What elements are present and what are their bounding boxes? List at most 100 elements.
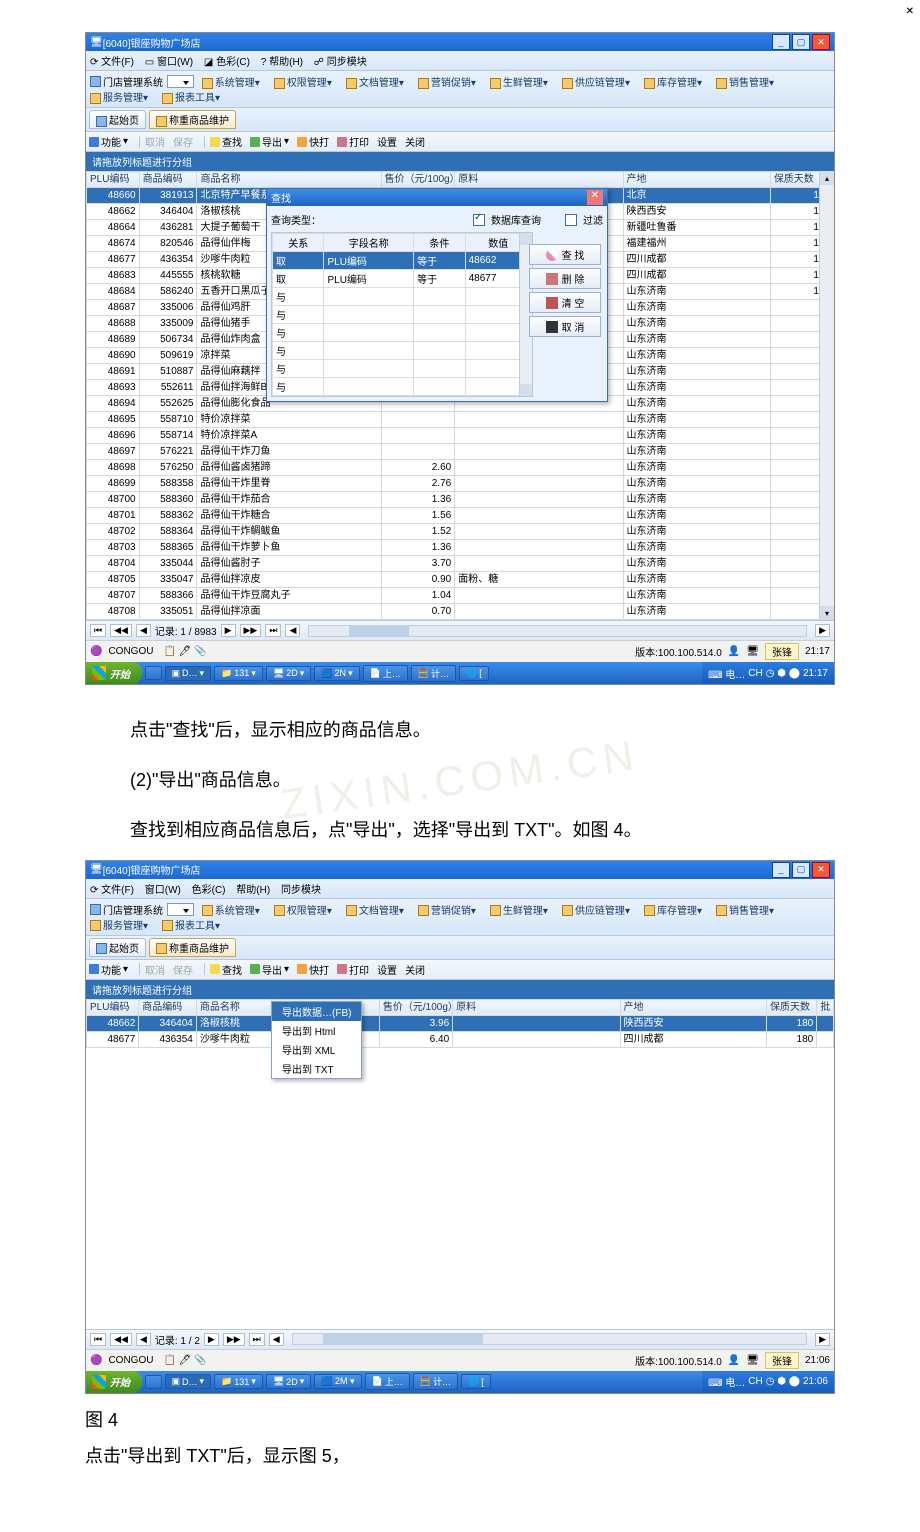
pager-nextset[interactable]: ▶▶ [240, 624, 262, 637]
taskbar-item[interactable]: 📄 上… [363, 665, 408, 682]
table-row[interactable]: 48662346404洛椒核桃3.96陕西西安180 [87, 1015, 834, 1031]
quick-launch[interactable] [145, 666, 162, 680]
table-row[interactable]: 48695558710特价凉拌菜山东济南1 [87, 412, 834, 428]
close-button[interactable]: ✕ [812, 862, 830, 878]
taskbar-item[interactable]: 🧮 计… [411, 665, 456, 682]
fresh-mgmt[interactable]: 生鲜管理▾ [490, 902, 548, 917]
doc-mgmt[interactable]: 文档管理▾ [346, 74, 404, 89]
tab-weigh-goods[interactable]: 称重商品维护 [149, 938, 236, 957]
quickprint-button[interactable]: 快打 [297, 962, 329, 977]
table-row[interactable]: 48704335044品得仙酱肘子3.70山东济南1 [87, 556, 834, 572]
taskbar-item[interactable]: ▣ D… ▾ [165, 1374, 212, 1389]
start-button[interactable]: 开始 [86, 1371, 142, 1393]
table-row[interactable]: 48705335047品得仙拌凉皮0.90面粉、糖山东济南1 [87, 572, 834, 588]
sales-mgmt[interactable]: 销售管理▾ [716, 902, 774, 917]
settings-button[interactable]: 设置 [377, 134, 397, 149]
functions-button[interactable]: 功能 ▾ [89, 962, 128, 977]
export-button[interactable]: 导出 ▾ [250, 962, 289, 977]
svc-mgmt[interactable]: 服务管理▾ [90, 917, 148, 932]
inv-mgmt[interactable]: 库存管理▾ [644, 902, 702, 917]
taskbar-item[interactable]: ▣ D… ▾ [165, 666, 212, 681]
tray-lang[interactable]: CH [748, 1376, 762, 1387]
menu-sync[interactable]: 同步模块 [327, 57, 367, 68]
pager-next[interactable]: ▶ [221, 624, 236, 637]
taskbar-item[interactable]: 🌐 [ [459, 666, 489, 681]
minimize-button[interactable]: _ [772, 34, 790, 50]
column-header[interactable]: 原料 [455, 172, 623, 188]
quickprint-button[interactable]: 快打 [297, 134, 329, 149]
column-header[interactable]: 产地 [623, 172, 770, 188]
find-row[interactable]: 与 [273, 324, 532, 342]
column-header[interactable]: PLU编码 [87, 999, 139, 1015]
menu-help[interactable]: 帮助(H) [236, 885, 270, 896]
close-button[interactable]: ✕ [812, 34, 830, 50]
table-row[interactable]: 48708335051品得仙拌凉面0.70山东济南1 [87, 604, 834, 620]
doc-mgmt[interactable]: 文档管理▾ [346, 902, 404, 917]
pager-hscroll-right[interactable]: ▶ [815, 1333, 830, 1346]
filter-checkbox[interactable] [565, 214, 577, 226]
find-row[interactable]: 与 [273, 360, 532, 378]
pager-first[interactable]: ⏮ [90, 1333, 106, 1346]
close-page-button[interactable]: 关闭 [405, 134, 425, 149]
perm-mgmt[interactable]: 权限管理▾ [274, 74, 332, 89]
pager-prevset[interactable]: ◀◀ [110, 624, 132, 637]
menu-file[interactable]: 文件(F) [101, 57, 134, 68]
pager-next[interactable]: ▶ [204, 1333, 219, 1346]
tab-home[interactable]: 起始页 [89, 938, 146, 957]
functions-button[interactable]: 功能 ▾ [89, 134, 128, 149]
find-row[interactable]: 与 [273, 306, 532, 324]
report-tools[interactable]: 报表工具▾ [162, 89, 220, 104]
settings-button[interactable]: 设置 [377, 962, 397, 977]
export-item[interactable]: 导出数据…(FB) [272, 1002, 361, 1021]
taskbar-item[interactable]: 📁 131 ▾ [214, 666, 263, 681]
pager-prev[interactable]: ◀ [136, 624, 151, 637]
find-cancel-button[interactable]: 取 消 [529, 316, 601, 337]
pager-prev[interactable]: ◀ [136, 1333, 151, 1346]
find-row[interactable]: 与 [273, 288, 532, 306]
pager-first[interactable]: ⏮ [90, 624, 106, 637]
pager-hscroll-left[interactable]: ◀ [285, 624, 300, 637]
find-button[interactable]: 查找 [210, 962, 242, 977]
maximize-button[interactable]: ▢ [792, 34, 810, 50]
find-delete-button[interactable]: 删 除 [529, 268, 601, 289]
taskbar-item[interactable]: 📁 131 ▾ [214, 1374, 263, 1389]
find-button[interactable]: 查找 [210, 134, 242, 149]
find-row[interactable]: 与 [273, 342, 532, 360]
group-by-bar[interactable]: 请拖放列标题进行分组 [86, 152, 834, 171]
menu-window[interactable]: 窗口(W) [157, 57, 193, 68]
refresh-icon[interactable]: ⟳ [90, 57, 98, 68]
tab-home[interactable]: 起始页 [89, 110, 146, 129]
menu-sync[interactable]: 同步模块 [281, 885, 321, 896]
table-row[interactable]: 48700588360品得仙干炸茄合1.36山东济南1 [87, 492, 834, 508]
taskbar-item[interactable]: 🖥 2D ▾ [266, 1374, 311, 1389]
svc-mgmt[interactable]: 服务管理▾ [90, 89, 148, 104]
menu-color[interactable]: 色彩(C) [192, 885, 226, 896]
vert-scrollbar[interactable]: ▴▾ [819, 171, 834, 620]
inv-mgmt[interactable]: 库存管理▾ [644, 74, 702, 89]
module-dropdown[interactable] [167, 903, 194, 916]
group-by-bar[interactable]: 请拖放列标题进行分组 [86, 980, 834, 999]
column-header[interactable]: 原料 [453, 999, 620, 1015]
sys-mgmt[interactable]: 系统管理▾ [202, 74, 260, 89]
tray-icons[interactable]: ◷ ⬢ ⬤ [766, 668, 800, 679]
column-header[interactable]: 售价（元/100g） [381, 172, 455, 188]
horizontal-scrollbar[interactable] [308, 625, 807, 637]
find-dialog-close[interactable]: ✕ [587, 190, 603, 205]
taskbar-item[interactable]: 🧮 计… [413, 1373, 458, 1390]
tab-weigh-goods[interactable]: 称重商品维护 [149, 110, 236, 129]
menu-help[interactable]: 帮助(H) [269, 57, 303, 68]
module-dropdown[interactable] [167, 75, 194, 88]
tray-ime[interactable]: ⌨ 电… [708, 666, 745, 681]
start-button[interactable]: 开始 [86, 662, 142, 684]
close-page-button[interactable]: 关闭 [405, 962, 425, 977]
table-row[interactable]: 48697576221品得仙干炸刀鱼山东济南1 [87, 444, 834, 460]
find-row[interactable]: 与 [273, 378, 532, 396]
table-row[interactable]: 48698576250品得仙酱卤猪蹄2.60山东济南1 [87, 460, 834, 476]
column-header[interactable]: 产地 [620, 999, 766, 1015]
taskbar-item[interactable]: 🟦 2M ▾ [314, 1374, 361, 1389]
pager-last[interactable]: ⏭ [265, 624, 281, 637]
promo-mgmt[interactable]: 营销促销▾ [418, 74, 476, 89]
table-row[interactable]: 48703588365品得仙干炸萝卜鱼1.36山东济南1 [87, 540, 834, 556]
tray-lang[interactable]: CH [748, 668, 762, 679]
tray-ime[interactable]: ⌨ 电… [708, 1374, 745, 1389]
